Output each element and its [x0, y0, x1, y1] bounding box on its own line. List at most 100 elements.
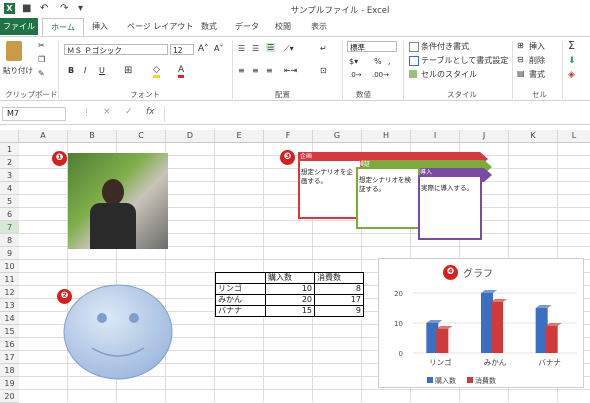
tab-home[interactable]: ホーム [42, 18, 84, 36]
indent-icon[interactable]: ⇤⇥ [284, 66, 297, 75]
customize-quick-access-icon[interactable]: ▾ [78, 3, 83, 14]
orientation-icon[interactable]: ⟋▾ [284, 44, 294, 54]
row-header[interactable]: 3 [0, 169, 19, 182]
borders-icon[interactable]: ⊞ [124, 65, 132, 76]
row-header[interactable]: 5 [0, 195, 19, 208]
italic-button[interactable]: I [84, 66, 86, 75]
row-header[interactable]: 7 [0, 221, 19, 234]
tab-file[interactable]: ファイル [0, 18, 38, 35]
tab-formulas[interactable]: 数式 [201, 18, 217, 35]
fruit-cell[interactable]: バナナ [215, 305, 266, 317]
conditional-format-button[interactable]: 条件付き書式 [421, 41, 469, 52]
tab-page-layout[interactable]: ページ レイアウト [127, 18, 193, 35]
row-header[interactable]: 6 [0, 208, 19, 221]
tab-review[interactable]: 校閲 [275, 18, 291, 35]
row-header[interactable]: 20 [0, 390, 19, 403]
copy-icon[interactable]: ❐ [38, 55, 45, 64]
name-box[interactable]: M7 [2, 107, 66, 121]
insert-cells-icon[interactable]: ⊞ [517, 41, 524, 50]
paste-icon[interactable] [6, 41, 22, 61]
bold-button[interactable]: B [68, 66, 74, 75]
row-header[interactable]: 10 [0, 260, 19, 273]
format-cells-button[interactable]: 書式 [529, 69, 545, 80]
header-cell[interactable] [215, 272, 266, 284]
align-left-icon[interactable]: ≡ [238, 66, 245, 75]
bought-cell[interactable]: 15 [265, 305, 315, 317]
column-header[interactable]: E [215, 130, 264, 142]
insert-cells-button[interactable]: 挿入 [529, 41, 545, 52]
tab-view[interactable]: 表示 [311, 18, 327, 35]
smiley-face-shape[interactable] [60, 282, 175, 382]
row-header[interactable]: 14 [0, 312, 19, 325]
align-right-icon[interactable]: ≡ [266, 66, 273, 75]
fill-color-icon[interactable]: ◇ [153, 65, 160, 78]
fruit-cell[interactable]: みかん [215, 294, 266, 306]
row-header[interactable]: 18 [0, 364, 19, 377]
align-top-icon[interactable]: ☰ [238, 44, 245, 53]
row-header[interactable]: 13 [0, 299, 19, 312]
underline-button[interactable]: U [99, 66, 105, 75]
delete-cells-button[interactable]: 削除 [529, 55, 545, 66]
cut-icon[interactable]: ✂ [38, 41, 45, 50]
delete-cells-icon[interactable]: ⊟ [517, 55, 524, 64]
column-header[interactable]: G [313, 130, 362, 142]
column-header[interactable]: K [509, 130, 558, 142]
wrap-text-icon[interactable]: ↵ [320, 44, 327, 53]
merge-center-icon[interactable]: ⊡ [320, 66, 327, 75]
row-header[interactable]: 9 [0, 247, 19, 260]
row-header[interactable]: 2 [0, 156, 19, 169]
currency-icon[interactable]: $▾ [349, 57, 358, 66]
confirm-entry-icon[interactable]: ✓ [125, 107, 133, 117]
font-size-select[interactable]: 12 [170, 44, 194, 55]
column-header[interactable]: C [117, 130, 166, 142]
consumed-cell[interactable]: 8 [314, 283, 364, 295]
decrease-decimal-icon[interactable]: .00→ [372, 71, 389, 79]
row-header[interactable]: 19 [0, 377, 19, 390]
row-header[interactable]: 4 [0, 182, 19, 195]
header-cell[interactable]: 消費数 [314, 272, 364, 284]
row-header[interactable]: 17 [0, 351, 19, 364]
cell-styles-button[interactable]: セルのスタイル [421, 69, 477, 80]
row-header[interactable]: 15 [0, 325, 19, 338]
consumed-cell[interactable]: 9 [314, 305, 364, 317]
cancel-entry-icon[interactable]: × [103, 107, 111, 117]
align-middle-icon[interactable]: ☰ [252, 44, 259, 53]
tab-insert[interactable]: 挿入 [92, 18, 108, 35]
align-center-icon[interactable]: ≡ [252, 66, 259, 75]
percent-button[interactable]: % [374, 57, 382, 66]
number-format-select[interactable]: 標準 [347, 41, 397, 52]
column-header[interactable]: B [68, 130, 117, 142]
grow-font-icon[interactable]: A˄ [198, 44, 209, 54]
insert-function-icon[interactable]: fx [146, 107, 155, 117]
row-header[interactable]: 8 [0, 234, 19, 247]
font-color-icon[interactable]: A [178, 65, 185, 78]
person-photo[interactable] [68, 153, 168, 249]
autosum-button[interactable]: Σ [568, 39, 575, 52]
format-cells-icon[interactable]: ▤ [517, 69, 525, 78]
comma-button[interactable]: , [388, 57, 391, 66]
format-as-table-button[interactable]: テーブルとして書式設定 [421, 55, 508, 66]
font-name-select[interactable]: ＭＳ Ｐゴシック [64, 44, 168, 55]
bought-cell[interactable]: 10 [265, 283, 315, 295]
fill-icon[interactable]: ⬇ [568, 56, 576, 66]
fruit-cell[interactable]: リンゴ [215, 283, 266, 295]
column-header[interactable]: D [166, 130, 215, 142]
smartart-process[interactable]: 企画 想定シナリオを企画する。 検証 想定シナリオを検証する。 導入 実際に導入… [296, 150, 494, 242]
data-table[interactable]: 購入数 消費数 リンゴ 10 8 みかん 20 17 バナナ 15 9 [215, 272, 364, 317]
format-painter-icon[interactable]: ✎ [38, 69, 45, 78]
row-header[interactable]: 11 [0, 273, 19, 286]
consumed-cell[interactable]: 17 [314, 294, 364, 306]
undo-icon[interactable]: ↶ [40, 3, 48, 14]
save-icon[interactable]: ■ [22, 3, 31, 14]
row-header[interactable]: 16 [0, 338, 19, 351]
paste-button[interactable]: 貼り付け [3, 65, 33, 76]
column-header[interactable]: H [362, 130, 411, 142]
column-header[interactable]: F [264, 130, 313, 142]
formula-input[interactable] [164, 106, 585, 122]
column-header[interactable]: L [558, 130, 590, 142]
column-header[interactable]: J [460, 130, 509, 142]
column-header[interactable]: I [411, 130, 460, 142]
tab-data[interactable]: データ [235, 18, 259, 35]
select-all-corner[interactable] [0, 130, 19, 142]
increase-decimal-icon[interactable]: .0→ [349, 71, 362, 79]
